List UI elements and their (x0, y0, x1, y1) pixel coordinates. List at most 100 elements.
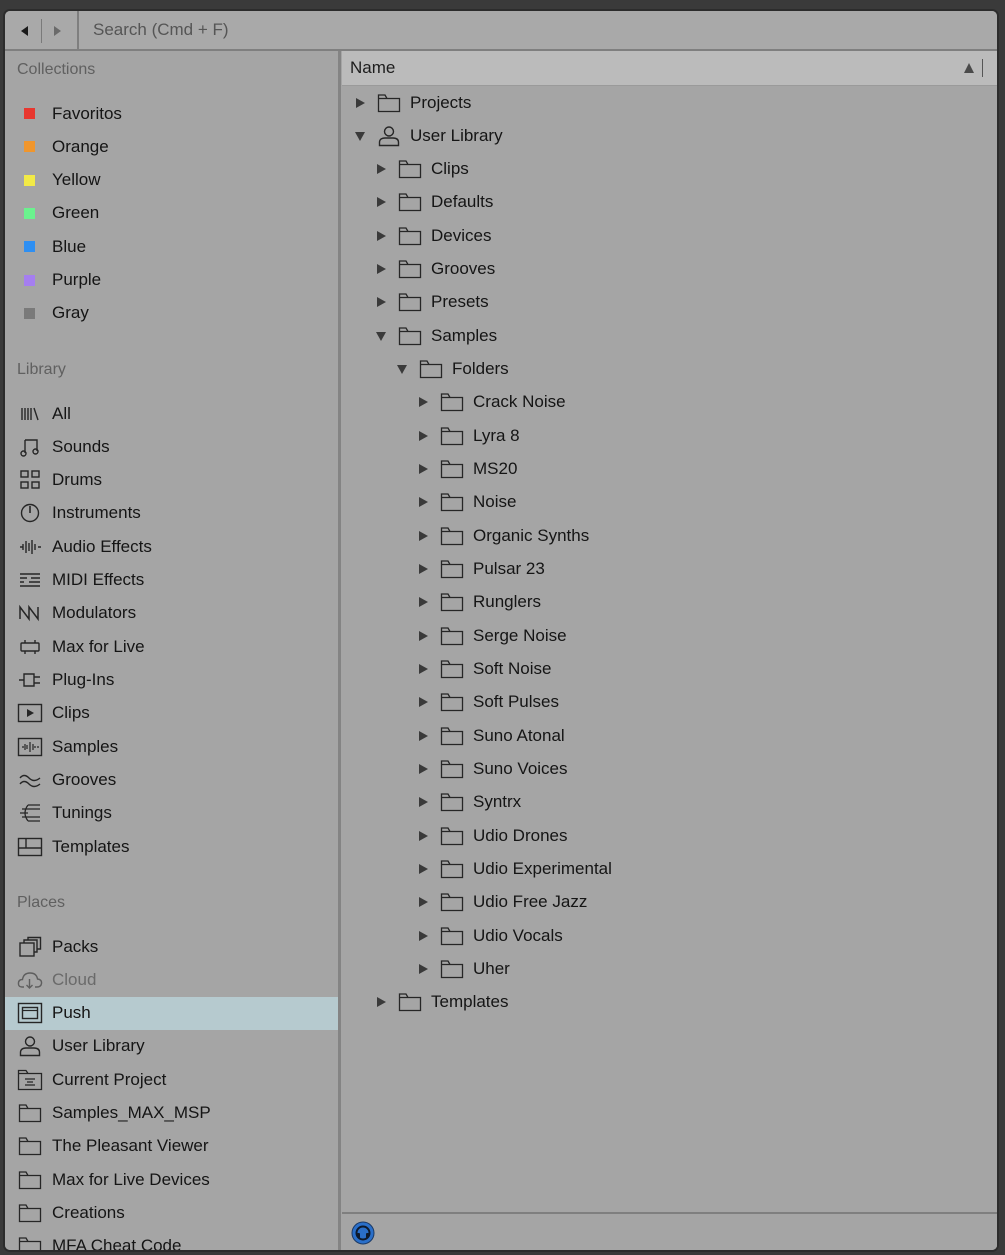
search-box[interactable] (77, 11, 997, 49)
sort-ascending-icon[interactable] (963, 62, 975, 74)
library-item-sounds[interactable]: Sounds (5, 430, 338, 463)
tree-row[interactable]: Uher (342, 953, 997, 986)
collapsed-arrow-icon[interactable] (417, 830, 429, 842)
expanded-arrow-icon[interactable] (354, 130, 366, 142)
collapsed-arrow-icon[interactable] (417, 963, 429, 975)
collapsed-arrow-icon[interactable] (417, 663, 429, 675)
tree-row[interactable]: Serge Noise (342, 619, 997, 652)
column-divider[interactable] (982, 59, 983, 77)
tree-row[interactable]: Clips (342, 153, 997, 186)
collapsed-arrow-icon[interactable] (375, 163, 387, 175)
collection-item-favoritos[interactable]: Favoritos (5, 97, 338, 130)
collapsed-arrow-icon[interactable] (375, 196, 387, 208)
place-item-current-project[interactable]: Current Project (5, 1063, 338, 1096)
collapsed-arrow-icon[interactable] (417, 430, 429, 442)
collapsed-arrow-icon[interactable] (375, 296, 387, 308)
place-item-samples-max-msp[interactable]: Samples_MAX_MSP (5, 1097, 338, 1130)
place-item-packs[interactable]: Packs (5, 930, 338, 963)
library-item-midi-effects[interactable]: MIDI Effects (5, 564, 338, 597)
search-input[interactable] (93, 20, 693, 40)
tree-row[interactable]: Defaults (342, 186, 997, 219)
tree-row[interactable]: Grooves (342, 253, 997, 286)
collapsed-arrow-icon[interactable] (375, 230, 387, 242)
collapsed-arrow-icon[interactable] (354, 97, 366, 109)
collapsed-arrow-icon[interactable] (417, 396, 429, 408)
place-item-creations[interactable]: Creations (5, 1197, 338, 1230)
collapsed-arrow-icon[interactable] (417, 496, 429, 508)
expanded-arrow-icon[interactable] (396, 363, 408, 375)
collapsed-arrow-icon[interactable] (417, 630, 429, 642)
library-item-modulators[interactable]: Modulators (5, 597, 338, 630)
collection-item-orange[interactable]: Orange (5, 130, 338, 163)
tree-row[interactable]: Folders (342, 353, 997, 386)
tree-row[interactable]: Udio Drones (342, 819, 997, 852)
tree-row[interactable]: Pulsar 23 (342, 553, 997, 586)
tree-row[interactable]: Noise (342, 486, 997, 519)
collapsed-arrow-icon[interactable] (417, 463, 429, 475)
expanded-arrow-icon[interactable] (375, 330, 387, 342)
collection-item-yellow[interactable]: Yellow (5, 164, 338, 197)
collapsed-arrow-icon[interactable] (375, 996, 387, 1008)
collapsed-arrow-icon[interactable] (417, 696, 429, 708)
forward-button[interactable] (45, 19, 71, 43)
place-item-cloud[interactable]: Cloud (5, 963, 338, 996)
collection-item-gray[interactable]: Gray (5, 297, 338, 330)
place-item-user-library[interactable]: User Library (5, 1030, 338, 1063)
collapsed-arrow-icon[interactable] (417, 863, 429, 875)
tree-row[interactable]: Udio Free Jazz (342, 886, 997, 919)
tree-row[interactable]: User Library (342, 119, 997, 152)
tree-row[interactable]: Templates (342, 986, 997, 1019)
tree-row[interactable]: MS20 (342, 453, 997, 486)
collapsed-arrow-icon[interactable] (417, 530, 429, 542)
place-item-max-for-live-devices[interactable]: Max for Live Devices (5, 1163, 338, 1196)
column-header-name[interactable]: Name (350, 58, 395, 78)
library-item-clips[interactable]: Clips (5, 697, 338, 730)
browser-window: Collections Favoritos Orange Yellow Green Blu… (3, 9, 999, 1252)
tree-row[interactable]: Organic Synths (342, 519, 997, 552)
tree-row[interactable]: Suno Voices (342, 753, 997, 786)
tree-row[interactable]: Presets (342, 286, 997, 319)
library-item-instruments[interactable]: Instruments (5, 497, 338, 530)
collapsed-arrow-icon[interactable] (417, 930, 429, 942)
back-button[interactable] (11, 19, 37, 43)
tree-row[interactable]: Soft Pulses (342, 686, 997, 719)
tree-row[interactable]: Runglers (342, 586, 997, 619)
tree-row[interactable]: Devices (342, 219, 997, 252)
collapsed-arrow-icon[interactable] (417, 596, 429, 608)
library-item-plug-ins[interactable]: Plug-Ins (5, 664, 338, 697)
library-item-audio-effects[interactable]: Audio Effects (5, 530, 338, 563)
collapsed-arrow-icon[interactable] (417, 796, 429, 808)
hot-swap-icon[interactable] (351, 1221, 375, 1245)
library-item-all[interactable]: All (5, 397, 338, 430)
place-item-mfa-cheat-code[interactable]: MFA Cheat Code (5, 1230, 338, 1250)
collapsed-arrow-icon[interactable] (417, 763, 429, 775)
collection-item-green[interactable]: Green (5, 197, 338, 230)
folder-icon (397, 291, 423, 313)
tree-row[interactable]: Suno Atonal (342, 719, 997, 752)
collapsed-arrow-icon[interactable] (375, 263, 387, 275)
library-item-templates[interactable]: Templates (5, 830, 338, 863)
collapsed-arrow-icon[interactable] (417, 896, 429, 908)
tree-row[interactable]: Crack Noise (342, 386, 997, 419)
library-item-grooves[interactable]: Grooves (5, 764, 338, 797)
place-item-push[interactable]: Push (5, 996, 338, 1030)
tree-row[interactable]: Projects (342, 86, 997, 119)
tree-row[interactable]: Udio Experimental (342, 853, 997, 886)
library-item-tunings[interactable]: Tunings (5, 797, 338, 830)
collection-item-blue[interactable]: Blue (5, 230, 338, 263)
sidebar-item-label: MFA Cheat Code (52, 1236, 182, 1250)
column-header[interactable]: Name (342, 51, 997, 86)
tree-row[interactable]: Syntrx (342, 786, 997, 819)
collapsed-arrow-icon[interactable] (417, 730, 429, 742)
collection-item-purple[interactable]: Purple (5, 264, 338, 297)
tree-row[interactable]: Soft Noise (342, 653, 997, 686)
tree-row-label: Udio Drones (473, 825, 568, 845)
tree-row[interactable]: Lyra 8 (342, 419, 997, 452)
tree-row[interactable]: Samples (342, 319, 997, 352)
place-item-the-pleasant-viewer[interactable]: The Pleasant Viewer (5, 1130, 338, 1163)
collapsed-arrow-icon[interactable] (417, 563, 429, 575)
library-item-max-for-live[interactable]: Max for Live (5, 630, 338, 663)
library-item-drums[interactable]: Drums (5, 464, 338, 497)
library-item-samples[interactable]: Samples (5, 730, 338, 763)
tree-row[interactable]: Udio Vocals (342, 919, 997, 952)
